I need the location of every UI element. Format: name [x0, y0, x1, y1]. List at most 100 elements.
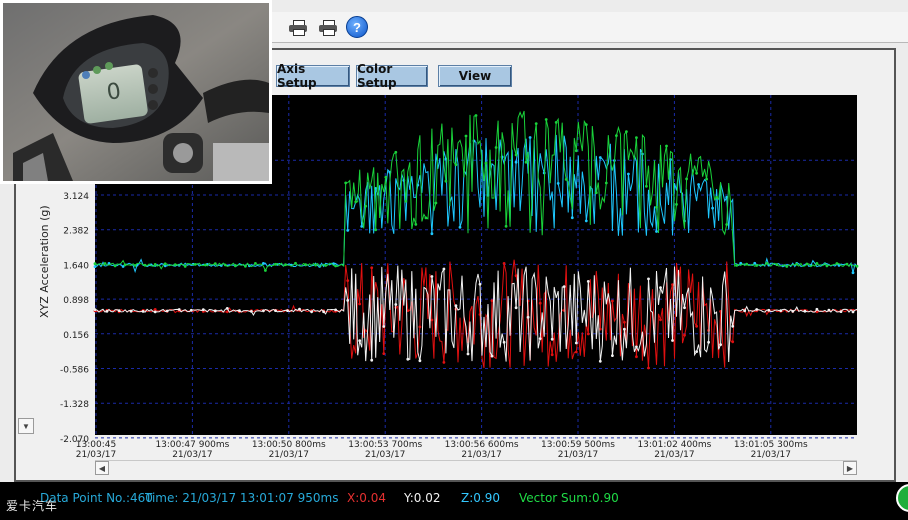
y_axis-point: [827, 308, 831, 312]
vertical-scrollbar[interactable]: ▼: [18, 150, 34, 434]
vector_sum-point: [514, 153, 518, 157]
x-tick-date: 21/03/17: [269, 450, 309, 460]
vector_sum-point: [685, 177, 688, 181]
x-tick-label: 13:00:56 600ms: [445, 440, 519, 450]
z_axis-point: [753, 261, 757, 265]
vector_sum-point: [725, 223, 729, 226]
y_axis-point: [394, 303, 398, 306]
y_axis-point: [129, 309, 133, 313]
vector_sum-point: [344, 181, 348, 185]
y_axis-point: [322, 310, 325, 314]
y_axis-point: [153, 310, 157, 314]
vector_sum-point: [785, 265, 789, 268]
vector_sum-point: [103, 262, 107, 265]
x-readout: X:0.04: [347, 491, 386, 505]
y_axis-point: [165, 309, 169, 313]
y_axis-point: [213, 309, 217, 313]
x_axis-point: [442, 361, 446, 364]
vector_sum-point: [404, 199, 408, 203]
z_axis-point: [584, 219, 588, 223]
y_axis-point: [839, 310, 843, 313]
vector_sum-point: [494, 146, 498, 149]
vector_sum-point: [414, 223, 418, 226]
y_axis-point: [550, 337, 554, 341]
y_axis-point: [478, 282, 482, 286]
vector_sum-point: [835, 262, 839, 265]
vector_sum-point: [765, 261, 769, 265]
x-tick-label: 13:00:45: [76, 440, 116, 450]
vector_sum-point: [434, 201, 438, 205]
application-window: ? Axis Setup Color Setup View XYZ Accele…: [0, 0, 908, 520]
x_axis-point: [683, 333, 686, 337]
x_axis-point: [586, 332, 590, 336]
x_axis-point: [514, 274, 518, 278]
y_axis-point: [358, 339, 362, 343]
x-tick-label: 13:00:59 500ms: [541, 440, 615, 450]
vector_sum-point: [284, 263, 287, 267]
y_axis-point: [189, 308, 193, 312]
x-tick-date: 21/03/17: [172, 450, 212, 460]
x_axis-point: [659, 318, 662, 322]
horizontal-scrollbar[interactable]: ◀ ▶: [95, 460, 857, 475]
y_axis-point: [238, 309, 241, 313]
y_axis-point: [346, 299, 350, 302]
vector_sum-point: [444, 179, 448, 183]
z_axis-point: [627, 172, 630, 176]
y_axis-point: [586, 280, 590, 283]
y_axis-point: [695, 350, 698, 353]
vector_sum-point: [594, 191, 598, 195]
y_axis-point: [659, 286, 662, 289]
z_axis-point: [93, 265, 97, 268]
x_axis-point: [153, 308, 157, 311]
vector_sum-point: [143, 263, 147, 267]
x_axis-point: [671, 283, 674, 286]
vector_sum-point: [334, 264, 337, 268]
x_axis-point: [635, 355, 638, 359]
vector_sum-point: [755, 264, 759, 267]
vector_sum-point: [655, 205, 658, 209]
vector_sum-point: [464, 134, 468, 138]
y_axis-point: [635, 345, 638, 349]
vector_sum-point: [424, 216, 428, 220]
x-tick-label: 13:00:47 900ms: [155, 440, 229, 450]
y_axis-point: [406, 357, 410, 361]
x-tick-date: 21/03/17: [461, 450, 501, 460]
vector_sum-point: [244, 264, 247, 268]
vector_sum-point: [364, 204, 368, 208]
vector_sum-point: [544, 118, 548, 121]
vector_sum-point: [223, 263, 227, 267]
z_axis-point: [655, 230, 658, 233]
x-tick-label: 13:00:50 800ms: [252, 440, 326, 450]
x_axis-point: [418, 325, 422, 329]
y_axis-point: [298, 307, 301, 311]
z_axis-point: [346, 229, 350, 232]
vector_sum-point: [675, 203, 678, 206]
y-tick-label: 1.640: [63, 261, 89, 271]
vector_sum-point: [274, 262, 277, 266]
vector_sum-point: [113, 264, 117, 268]
y-tick-label: -1.328: [60, 400, 89, 410]
scroll-right-arrow-icon[interactable]: ▶: [843, 461, 857, 475]
scroll-left-arrow-icon[interactable]: ◀: [95, 461, 109, 475]
y_axis-point: [370, 358, 374, 362]
vector_sum-point: [474, 114, 478, 117]
x_axis-point: [647, 366, 650, 370]
vector_sum-point: [163, 262, 167, 266]
vector_sum-point: [735, 264, 739, 267]
vector_sum-point: [264, 269, 267, 272]
z_axis-point: [360, 225, 364, 228]
vector_sum-point: [554, 121, 558, 124]
vector_sum-point: [665, 144, 668, 148]
vector_sum-point: [384, 175, 388, 179]
vector_sum-point: [695, 171, 698, 175]
y_axis-point: [803, 309, 807, 313]
z_axis-point: [262, 262, 265, 265]
y_axis-point: [767, 308, 771, 312]
x_axis-point: [358, 302, 362, 306]
scroll-down-arrow-icon[interactable]: ▼: [18, 418, 34, 434]
z_axis-point: [430, 232, 434, 236]
vector_sum-point: [173, 263, 177, 266]
vector_sum-point: [304, 263, 307, 266]
vector_sum-point: [484, 161, 488, 165]
y_axis-point: [731, 324, 735, 328]
